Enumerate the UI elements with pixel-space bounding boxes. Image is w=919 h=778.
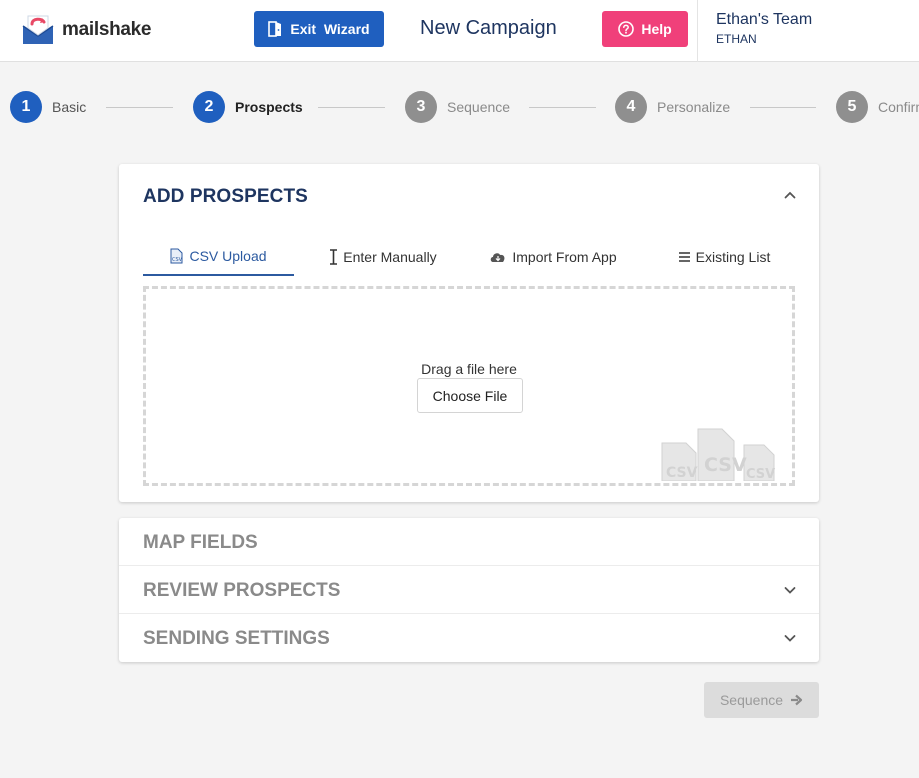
team-user: ETHAN	[716, 32, 757, 46]
tab-csv-upload[interactable]: CSV CSV Upload	[143, 238, 294, 276]
step-connector	[750, 107, 816, 108]
step-number: 3	[405, 91, 437, 123]
file-dropzone[interactable]: Drag a file here Choose File CSV CSV CSV	[143, 286, 795, 486]
chevron-down-icon[interactable]	[783, 631, 797, 645]
step-number: 2	[193, 91, 225, 123]
tab-import-from-app[interactable]: Import From App	[473, 238, 633, 276]
team-switcher[interactable]: Ethan's Team ETHAN	[697, 0, 919, 62]
svg-text:CSV: CSV	[746, 467, 775, 481]
section-title: ADD PROSPECTS	[143, 186, 308, 207]
tab-label: Existing List	[695, 249, 771, 265]
tab-label: Enter Manually	[343, 249, 437, 265]
section-sending-settings[interactable]: SENDING SETTINGS	[119, 614, 819, 662]
wizard-stepper: 1 Basic 2 Prospects 3 Sequence 4 Persona…	[0, 91, 919, 125]
step-label: Personalize	[657, 99, 731, 115]
mailshake-logo-icon	[22, 15, 54, 44]
step-number: 5	[836, 91, 868, 123]
step-label: Basic	[52, 99, 87, 115]
cloud-download-icon	[491, 253, 505, 262]
svg-text:CSV: CSV	[666, 465, 698, 481]
campaign-title: New Campaign	[420, 17, 557, 39]
text-cursor-icon	[330, 249, 338, 265]
step-connector	[318, 107, 385, 108]
tab-existing-list[interactable]: Existing List	[653, 238, 795, 276]
step-number: 4	[615, 91, 647, 123]
logo-text: mailshake	[62, 19, 152, 40]
section-map-fields[interactable]: MAP FIELDS	[119, 518, 819, 566]
svg-text:CSV: CSV	[704, 454, 747, 476]
tab-enter-manually[interactable]: Enter Manually	[308, 238, 458, 276]
step-label: Sequence	[447, 99, 511, 115]
help-button[interactable]: Help	[602, 11, 688, 47]
mailshake-logo[interactable]: mailshake	[20, 12, 152, 48]
arrow-right-icon	[791, 694, 803, 706]
step-prospects[interactable]: 2 Prospects	[193, 91, 303, 123]
csv-file-icon: CSV	[170, 248, 183, 264]
door-exit-icon	[268, 21, 282, 37]
help-label: Help	[641, 21, 672, 37]
step-number: 1	[10, 91, 42, 123]
step-connector	[106, 107, 173, 108]
exit-wizard-button[interactable]: Exit Wizard	[254, 11, 384, 47]
step-label: Prospects	[235, 99, 303, 115]
add-prospects-panel: ADD PROSPECTS CSV CSV Upload Enter Manua…	[119, 164, 819, 502]
svg-text:CSV: CSV	[172, 257, 183, 263]
question-circle-icon	[618, 21, 635, 37]
section-title: SENDING SETTINGS	[143, 628, 330, 649]
chevron-up-icon[interactable]	[783, 188, 797, 202]
top-header: mailshake Exit Wizard New Campaign Help …	[0, 0, 919, 62]
step-sequence[interactable]: 3 Sequence	[405, 91, 510, 123]
step-personalize[interactable]: 4 Personalize	[615, 91, 730, 123]
next-sequence-button[interactable]: Sequence	[704, 682, 819, 718]
section-review-prospects[interactable]: REVIEW PROSPECTS	[119, 566, 819, 614]
tab-label: Import From App	[512, 249, 617, 265]
step-confirm[interactable]: 5 Confirm	[836, 91, 919, 123]
collapsed-sections-panel: MAP FIELDS REVIEW PROSPECTS SENDING SETT…	[119, 518, 819, 662]
next-label: Sequence	[719, 692, 784, 708]
step-basic[interactable]: 1 Basic	[10, 91, 86, 123]
section-title: REVIEW PROSPECTS	[143, 580, 341, 601]
step-connector	[529, 107, 596, 108]
tab-label: CSV Upload	[189, 248, 267, 264]
upload-method-tabs: CSV CSV Upload Enter Manually Import Fro…	[143, 238, 795, 276]
csv-files-icon: CSV CSV CSV	[661, 428, 775, 481]
list-icon	[678, 252, 690, 262]
drop-instructions: Drag a file here	[421, 361, 517, 377]
section-title: MAP FIELDS	[143, 532, 258, 553]
step-label: Confirm	[878, 99, 919, 115]
choose-file-button[interactable]: Choose File	[417, 378, 523, 413]
exit-wizard-label: Exit Wizard	[290, 21, 370, 37]
team-name: Ethan's Team	[716, 11, 813, 28]
chevron-down-icon[interactable]	[783, 583, 797, 597]
